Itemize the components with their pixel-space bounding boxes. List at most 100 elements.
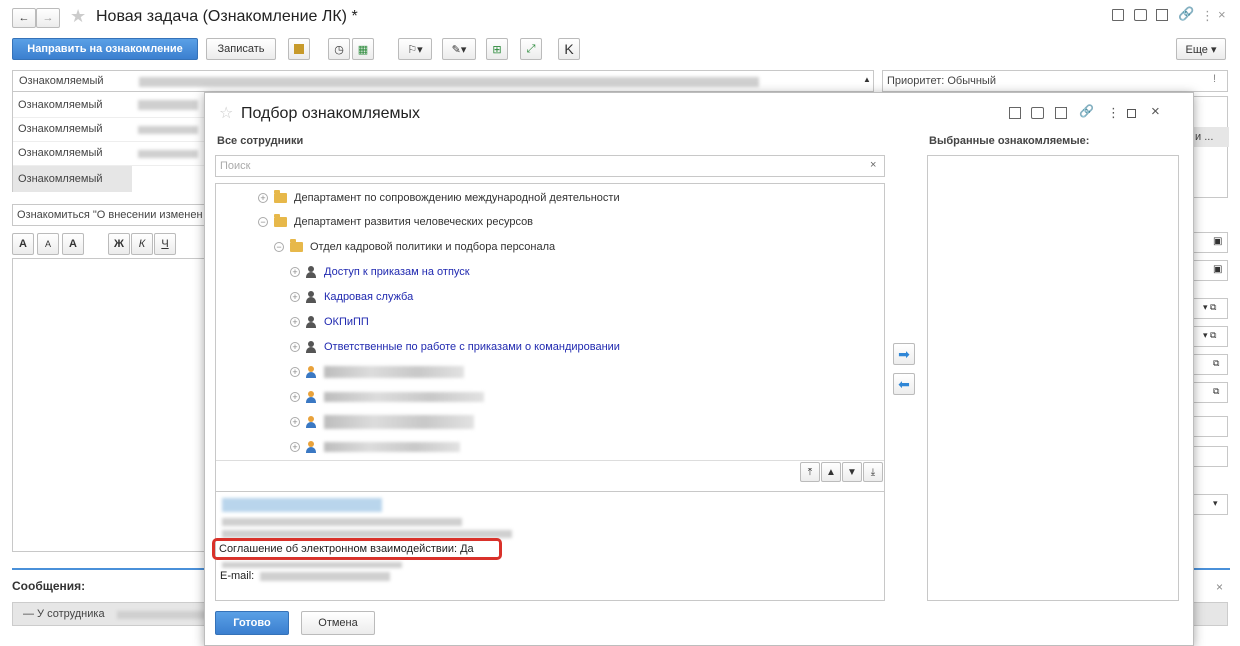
priority-icon[interactable]: !	[1213, 73, 1216, 85]
search-input[interactable]: Поиск ×	[215, 155, 885, 177]
expand-icon[interactable]: +	[290, 367, 300, 377]
attach-icon[interactable]: ✎▾	[442, 38, 476, 60]
scroll-last-icon[interactable]: ⤓	[863, 462, 883, 482]
collapse-icon[interactable]: −	[258, 217, 268, 227]
date-field-1[interactable]: ▣	[1192, 232, 1228, 253]
tree-row-folder[interactable]: + Департамент по сопровождению междунаро…	[258, 190, 620, 206]
flag-icon[interactable]: ⚐▾	[398, 38, 432, 60]
archive-icon[interactable]	[288, 38, 310, 60]
expand-icon[interactable]: +	[258, 193, 268, 203]
forward-button[interactable]: →	[36, 8, 60, 28]
save-button[interactable]: Записать	[206, 38, 276, 60]
bold-button[interactable]: Ж	[108, 233, 130, 255]
window-title: Новая задача (Ознакомление ЛК) *	[96, 8, 358, 25]
tree-row-group[interactable]: + Доступ к приказам на отпуск	[290, 264, 470, 280]
tree-footer	[216, 460, 884, 461]
calendar-icon[interactable]: ▣	[1213, 264, 1222, 275]
scroll-first-icon[interactable]: ⤒	[800, 462, 820, 482]
messages-close-icon[interactable]: ×	[1216, 580, 1223, 594]
tree-row-folder[interactable]: − Отдел кадровой политики и подбора перс…	[274, 239, 555, 255]
dialog-print-icon[interactable]	[1031, 107, 1044, 119]
dialog-link-icon[interactable]: 🔗	[1079, 104, 1094, 118]
reviewer-row-3: Ознакомляемый	[12, 118, 212, 142]
back-button[interactable]: ←	[12, 8, 36, 28]
expand-icon[interactable]: +	[290, 417, 300, 427]
print-icon[interactable]	[1134, 9, 1147, 21]
expand-icon[interactable]: +	[290, 292, 300, 302]
scroll-down-icon[interactable]: ▼	[842, 462, 862, 482]
favorite-star-icon[interactable]: ★	[70, 6, 86, 27]
menu-dots-icon[interactable]: ⋮	[1201, 8, 1214, 24]
expand-icon[interactable]: +	[290, 442, 300, 452]
calendar-icon[interactable]: ▣	[1213, 236, 1222, 247]
send-for-review-button[interactable]: Направить на ознакомление	[12, 38, 198, 60]
scroll-up-icon[interactable]: ▲	[863, 75, 871, 84]
open-icon[interactable]: ⧉	[1213, 358, 1219, 369]
tree-row-employee[interactable]: +	[290, 364, 464, 380]
tree-row-employee[interactable]: +	[290, 414, 474, 430]
text-field-1[interactable]	[1192, 416, 1228, 437]
select-field-4[interactable]: ⧉	[1192, 382, 1228, 403]
tree-row-folder[interactable]: − Департамент развития человеческих ресу…	[258, 214, 533, 230]
employee-icon	[306, 366, 316, 378]
dialog-save-icon[interactable]	[1009, 107, 1021, 119]
dialog-title: Подбор ознакомляемых	[241, 105, 421, 122]
select-field-5[interactable]: ▾	[1192, 494, 1228, 515]
excel-icon[interactable]: ▦	[352, 38, 374, 60]
clock-icon[interactable]: ◷	[328, 38, 350, 60]
tree-row-employee[interactable]: +	[290, 389, 484, 405]
cancel-button[interactable]: Отмена	[301, 611, 375, 635]
tree-row-employee[interactable]: +	[290, 439, 460, 455]
preview-icon[interactable]	[1156, 9, 1168, 21]
select-field-1[interactable]: ▾ ⧉	[1192, 298, 1228, 319]
text-field-2[interactable]	[1192, 446, 1228, 467]
close-icon[interactable]: ×	[1218, 7, 1226, 22]
reviewer-field-1[interactable]: Ознакомляемый ▲	[12, 70, 874, 92]
open-icon[interactable]: ▾ ⧉	[1203, 302, 1216, 313]
selected-reviewers-list[interactable]	[927, 155, 1179, 601]
done-button[interactable]: Готово	[215, 611, 289, 635]
collapse-icon[interactable]: −	[274, 242, 284, 252]
tree-row-group[interactable]: + Ответственные по работе с приказами о …	[290, 339, 620, 355]
font-bigger-button[interactable]: A	[12, 233, 34, 255]
scroll-up-icon[interactable]: ▲	[821, 462, 841, 482]
employee-icon	[306, 441, 316, 453]
select-field-2[interactable]: ▾ ⧉	[1192, 326, 1228, 347]
select-field-3[interactable]: ⧉	[1192, 354, 1228, 375]
employee-icon	[306, 416, 316, 428]
dialog-preview-icon[interactable]	[1055, 107, 1067, 119]
underline-button[interactable]: Ч	[154, 233, 176, 255]
structure-icon[interactable]: ⊞	[486, 38, 508, 60]
employee-icon	[306, 391, 316, 403]
dialog-star-icon[interactable]: ☆	[219, 103, 233, 123]
link-icon[interactable]: 🔗	[1178, 6, 1194, 22]
expand-icon[interactable]: +	[290, 267, 300, 277]
expand-icon[interactable]: +	[290, 392, 300, 402]
open-icon[interactable]: ▾ ⧉	[1203, 330, 1216, 341]
messages-item[interactable]: — У сотрудника	[12, 602, 212, 626]
font-color-button[interactable]: A	[62, 233, 84, 255]
dropdown-icon[interactable]: ▾	[1213, 498, 1218, 509]
more-button[interactable]: Еще ▾	[1176, 38, 1226, 60]
expand-icon[interactable]: +	[290, 317, 300, 327]
description-editor[interactable]	[12, 258, 212, 552]
remove-arrow-icon[interactable]: ⬅	[893, 373, 915, 395]
italic-button[interactable]: К	[131, 233, 153, 255]
dialog-close-icon[interactable]: ×	[1151, 103, 1160, 120]
process-icon[interactable]: ⤢	[520, 38, 542, 60]
tree-row-group[interactable]: + ОКПиПП	[290, 314, 369, 330]
employee-info-panel: Соглашение об электронном взаимодействии…	[212, 491, 885, 601]
subject-field[interactable]: Ознакомиться "О внесении изменен	[12, 204, 212, 226]
search-clear-icon[interactable]: ×	[870, 159, 876, 171]
dialog-menu-icon[interactable]: ⋮	[1107, 105, 1120, 121]
add-arrow-icon[interactable]: ➡	[893, 343, 915, 365]
font-smaller-button[interactable]: A	[37, 233, 59, 255]
priority-field[interactable]: Приоритет: Обычный !	[882, 70, 1228, 92]
open-icon[interactable]: ⧉	[1213, 386, 1219, 397]
dialog-maximize-icon[interactable]	[1127, 109, 1136, 118]
save-icon[interactable]	[1112, 9, 1124, 21]
date-field-2[interactable]: ▣	[1192, 260, 1228, 281]
tree-row-group[interactable]: + Кадровая служба	[290, 289, 413, 305]
k-icon[interactable]: K	[558, 38, 580, 60]
expand-icon[interactable]: +	[290, 342, 300, 352]
